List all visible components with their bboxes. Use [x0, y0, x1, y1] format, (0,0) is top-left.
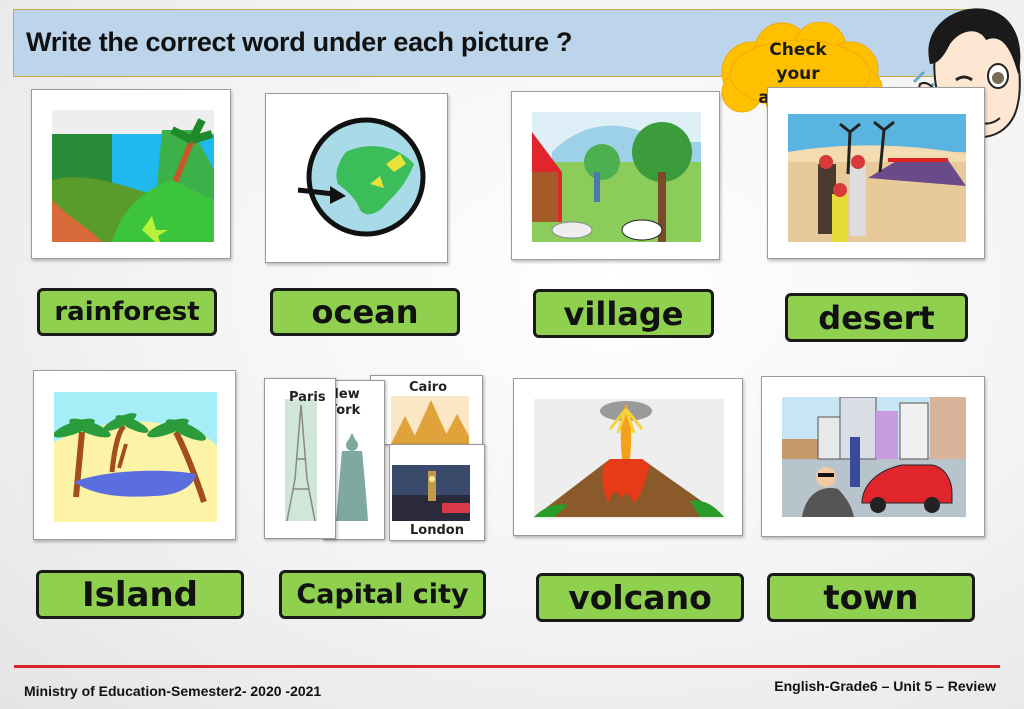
word-label-island[interactable]: Island	[36, 570, 244, 619]
city-card-cairo: Cairo	[370, 375, 483, 445]
word-label-ocean[interactable]: ocean	[270, 288, 460, 336]
city-card-london: London	[389, 444, 485, 541]
word-label-text: ocean	[311, 293, 419, 331]
word-label-desert[interactable]: desert	[785, 293, 968, 342]
picture-frame-volcano	[513, 378, 743, 536]
word-label-village[interactable]: village	[533, 289, 714, 338]
picture-frame-desert	[767, 87, 985, 259]
city-card-paris: Paris	[264, 378, 336, 539]
erupting-volcano-illustration	[534, 399, 724, 519]
london-big-ben-photo	[392, 465, 470, 521]
word-label-text: desert	[818, 298, 935, 337]
picture-frame-village	[511, 91, 720, 260]
word-label-town[interactable]: town	[767, 573, 975, 622]
city-name-paris: Paris	[289, 390, 326, 405]
picture-frame-rainforest	[31, 89, 231, 259]
word-label-volcano[interactable]: volcano	[536, 573, 744, 622]
page-title: Write the correct word under each pictur…	[26, 27, 573, 57]
picture-frame-town	[761, 376, 985, 537]
eiffel-tower-illustration	[285, 399, 317, 521]
footer-course-text: English-Grade6 – Unit 5 – Review	[774, 678, 996, 694]
word-label-text: rainforest	[54, 297, 200, 327]
pyramids-illustration	[391, 396, 469, 444]
check-answers-line2: your	[776, 64, 820, 84]
city-name-cairo: Cairo	[409, 380, 448, 395]
desert-tent-illustration	[788, 114, 966, 242]
word-label-rainforest[interactable]: rainforest	[37, 288, 217, 336]
picture-frame-island	[33, 370, 236, 540]
word-label-text: town	[823, 577, 919, 618]
word-label-text: Island	[81, 574, 199, 615]
footer-divider	[14, 665, 1000, 668]
word-label-text: Capital city	[296, 579, 469, 610]
word-label-capital-city[interactable]: Capital city	[279, 570, 486, 619]
globe-with-arrow-illustration	[297, 117, 426, 237]
word-label-text: village	[563, 294, 684, 333]
city-name-london: London	[410, 523, 464, 538]
footer-ministry-text: Ministry of Education-Semester2- 2020 -2…	[24, 683, 322, 699]
word-label-text: volcano	[568, 578, 712, 617]
city-cards-collage: Cairo New York Paris London	[263, 375, 485, 542]
island-palms-illustration	[54, 392, 217, 522]
town-street-illustration	[782, 397, 966, 517]
picture-frame-ocean	[265, 93, 448, 263]
check-answers-line1: Check	[769, 40, 827, 60]
rainforest-illustration	[52, 110, 214, 242]
village-farm-illustration	[532, 112, 701, 242]
